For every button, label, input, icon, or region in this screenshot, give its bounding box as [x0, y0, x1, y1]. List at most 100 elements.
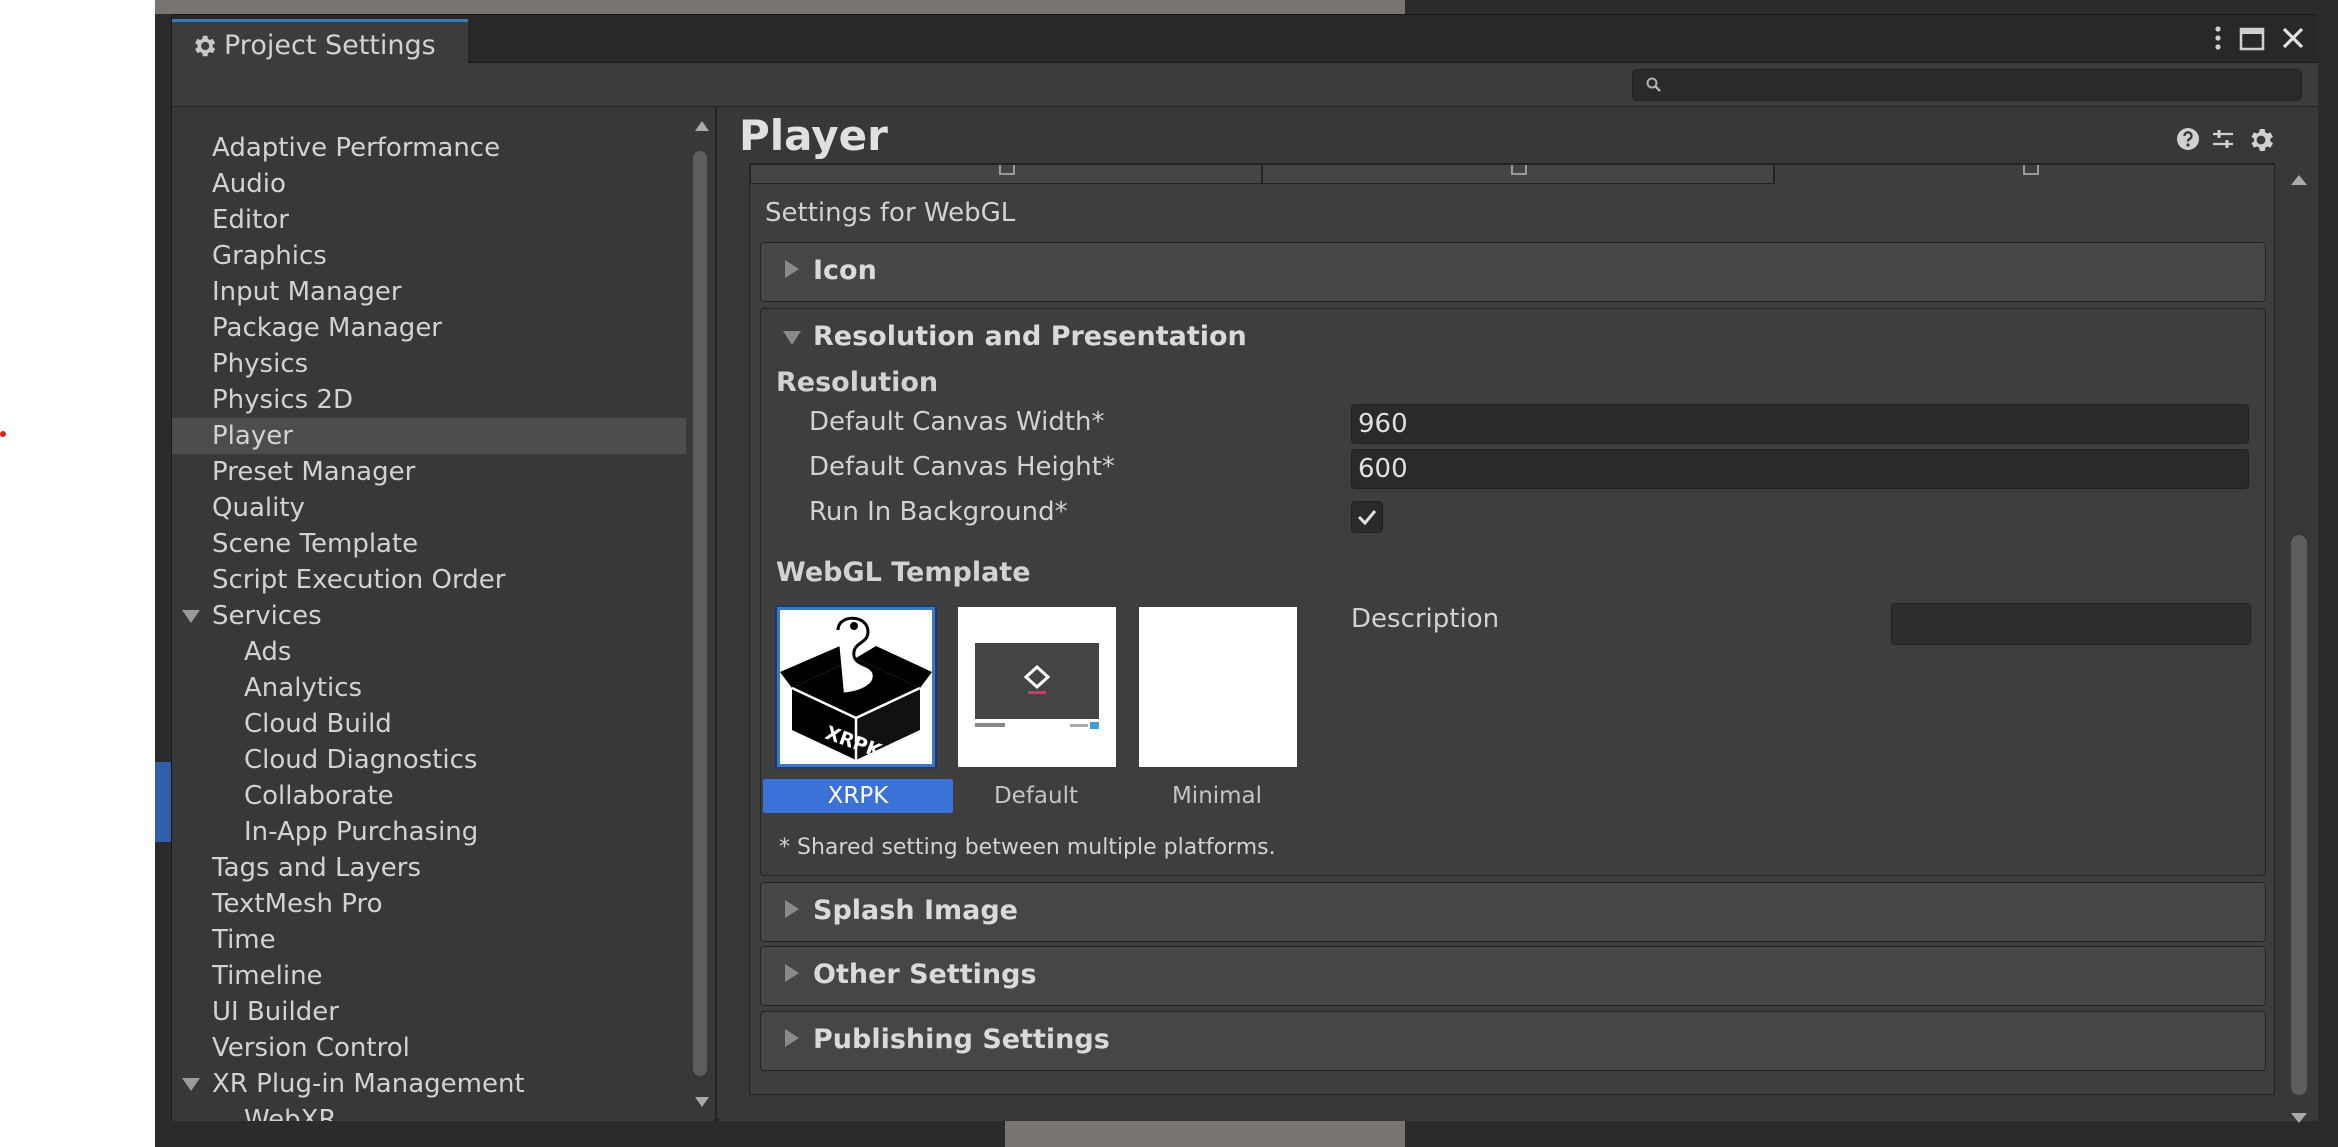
template-label-default[interactable]: Default	[941, 779, 1131, 813]
template-label-xrpk[interactable]: XRPK	[763, 779, 953, 813]
shared-setting-note: * Shared setting between multiple platfo…	[779, 835, 1276, 860]
sidebar-item-physics-2d[interactable]: Physics 2D	[172, 382, 686, 418]
foldout-right-icon	[785, 1029, 799, 1047]
platform-icon	[2023, 165, 2039, 175]
canvas-width-field[interactable]: 960	[1351, 404, 2249, 444]
sidebar-item-label: Time	[212, 925, 276, 955]
sidebar-item-label: Player	[212, 421, 293, 451]
sidebar-item-physics[interactable]: Physics	[172, 346, 686, 382]
resolution-heading: Resolution	[776, 367, 939, 398]
scroll-down-arrow-icon[interactable]	[695, 1097, 709, 1107]
run-in-background-checkbox[interactable]	[1351, 501, 1383, 533]
sidebar-item-preset-manager[interactable]: Preset Manager	[172, 454, 686, 490]
section-title: Publishing Settings	[813, 1024, 1110, 1055]
sidebar-item-adaptive-performance[interactable]: Adaptive Performance	[172, 130, 686, 166]
template-label-minimal[interactable]: Minimal	[1122, 779, 1312, 813]
sidebar-item-time[interactable]: Time	[172, 922, 686, 958]
platform-tab-standalone[interactable]	[750, 164, 1262, 184]
platform-tab-webgl[interactable]	[1774, 164, 2274, 184]
sidebar-item-label: Version Control	[212, 1033, 410, 1063]
section-header[interactable]: Resolution and Presentation	[761, 309, 2265, 365]
splash-image-section[interactable]: Splash Image	[760, 882, 2266, 942]
scene-view-strip	[155, 0, 1405, 14]
sidebar-item-quality[interactable]: Quality	[172, 490, 686, 526]
sidebar-item-label: In-App Purchasing	[244, 817, 479, 847]
sidebar-item-cloud-build[interactable]: Cloud Build	[172, 706, 686, 742]
sidebar-scrollbar[interactable]	[686, 107, 715, 1121]
sidebar-item-player[interactable]: Player	[172, 418, 686, 454]
sidebar-item-services[interactable]: Services	[172, 598, 686, 634]
search-input[interactable]	[1632, 69, 2302, 101]
fold-down-icon[interactable]	[182, 1078, 200, 1091]
scroll-up-arrow-icon[interactable]	[2291, 175, 2307, 185]
canvas-height-field[interactable]: 600	[1351, 449, 2249, 489]
icon-section[interactable]: Icon	[760, 242, 2266, 302]
window-tab[interactable]: Project Settings	[172, 19, 468, 63]
xrpk-thumbnail: XRPK	[775, 605, 937, 769]
scrollbar-thumb[interactable]	[693, 151, 707, 1076]
sidebar-item-audio[interactable]: Audio	[172, 166, 686, 202]
main-scrollbar[interactable]	[2281, 163, 2315, 1123]
sidebar-item-in-app-purchasing[interactable]: In-App Purchasing	[172, 814, 686, 850]
section-title: Icon	[813, 255, 877, 286]
scrollbar-thumb[interactable]	[2291, 535, 2307, 1095]
sidebar-item-input-manager[interactable]: Input Manager	[172, 274, 686, 310]
template-default[interactable]	[958, 607, 1116, 767]
template-xrpk[interactable]: XRPK	[775, 605, 937, 769]
window-tab-title: Project Settings	[224, 30, 436, 61]
sidebar-item-label: Quality	[212, 493, 305, 523]
toolbar	[172, 63, 2318, 107]
xrpk-box-logo: XRPK	[780, 616, 932, 763]
sidebar-item-ads[interactable]: Ads	[172, 634, 686, 670]
minimal-thumbnail	[1139, 607, 1297, 767]
sidebar-item-ui-builder[interactable]: UI Builder	[172, 994, 686, 1030]
sidebar-item-label: Cloud Build	[244, 709, 392, 739]
sidebar-item-cloud-diagnostics[interactable]: Cloud Diagnostics	[172, 742, 686, 778]
close-icon[interactable]	[2278, 23, 2308, 53]
publishing-settings-section[interactable]: Publishing Settings	[760, 1011, 2266, 1071]
preset-icon[interactable]	[2209, 125, 2237, 153]
sidebar-item-label: UI Builder	[212, 997, 339, 1027]
sidebar-item-label: Services	[212, 601, 322, 631]
run-in-background-label: Run In Background*	[809, 497, 1068, 527]
help-icon[interactable]	[2174, 125, 2202, 153]
fold-down-icon[interactable]	[182, 610, 200, 623]
sidebar-item-timeline[interactable]: Timeline	[172, 958, 686, 994]
page-title: Player	[739, 111, 888, 160]
checkmark-icon	[1357, 510, 1377, 526]
sidebar-item-xr-plugin-management[interactable]: XR Plug-in Management	[172, 1066, 686, 1102]
section-header[interactable]: Icon	[761, 243, 2265, 299]
section-header[interactable]: Splash Image	[761, 883, 2265, 939]
template-minimal[interactable]	[1139, 607, 1297, 767]
sidebar-item-label: Physics 2D	[212, 385, 353, 415]
scroll-down-arrow-icon[interactable]	[2291, 1113, 2307, 1123]
foldout-right-icon	[785, 900, 799, 918]
sidebar-item-version-control[interactable]: Version Control	[172, 1030, 686, 1066]
sidebar-item-webxr[interactable]: WebXR	[172, 1102, 686, 1121]
sidebar-item-analytics[interactable]: Analytics	[172, 670, 686, 706]
settings-sidebar: Adaptive Performance Audio Editor Graphi…	[172, 107, 717, 1121]
section-header[interactable]: Other Settings	[761, 947, 2265, 1003]
sidebar-item-tags-and-layers[interactable]: Tags and Layers	[172, 850, 686, 886]
section-title: Resolution and Presentation	[813, 321, 1247, 352]
section-header[interactable]: Publishing Settings	[761, 1012, 2265, 1068]
scroll-up-arrow-icon[interactable]	[695, 121, 709, 131]
sidebar-item-label: Script Execution Order	[212, 565, 506, 595]
maximize-icon[interactable]	[2238, 25, 2266, 53]
settings-icon[interactable]	[2246, 125, 2276, 155]
platform-tab-android[interactable]	[1262, 164, 1774, 184]
description-field[interactable]	[1891, 603, 2251, 645]
sidebar-item-scene-template[interactable]: Scene Template	[172, 526, 686, 562]
sidebar-item-editor[interactable]: Editor	[172, 202, 686, 238]
sidebar-item-graphics[interactable]: Graphics	[172, 238, 686, 274]
sidebar-item-textmesh-pro[interactable]: TextMesh Pro	[172, 886, 686, 922]
sidebar-item-package-manager[interactable]: Package Manager	[172, 310, 686, 346]
section-title: Splash Image	[813, 895, 1018, 926]
kebab-menu-icon[interactable]	[2208, 23, 2228, 53]
sidebar-item-collaborate[interactable]: Collaborate	[172, 778, 686, 814]
other-settings-section[interactable]: Other Settings	[760, 946, 2266, 1006]
platform-icon	[999, 165, 1015, 175]
sidebar-item-script-execution-order[interactable]: Script Execution Order	[172, 562, 686, 598]
gear-icon	[195, 35, 216, 57]
sidebar-item-label: Physics	[212, 349, 309, 379]
